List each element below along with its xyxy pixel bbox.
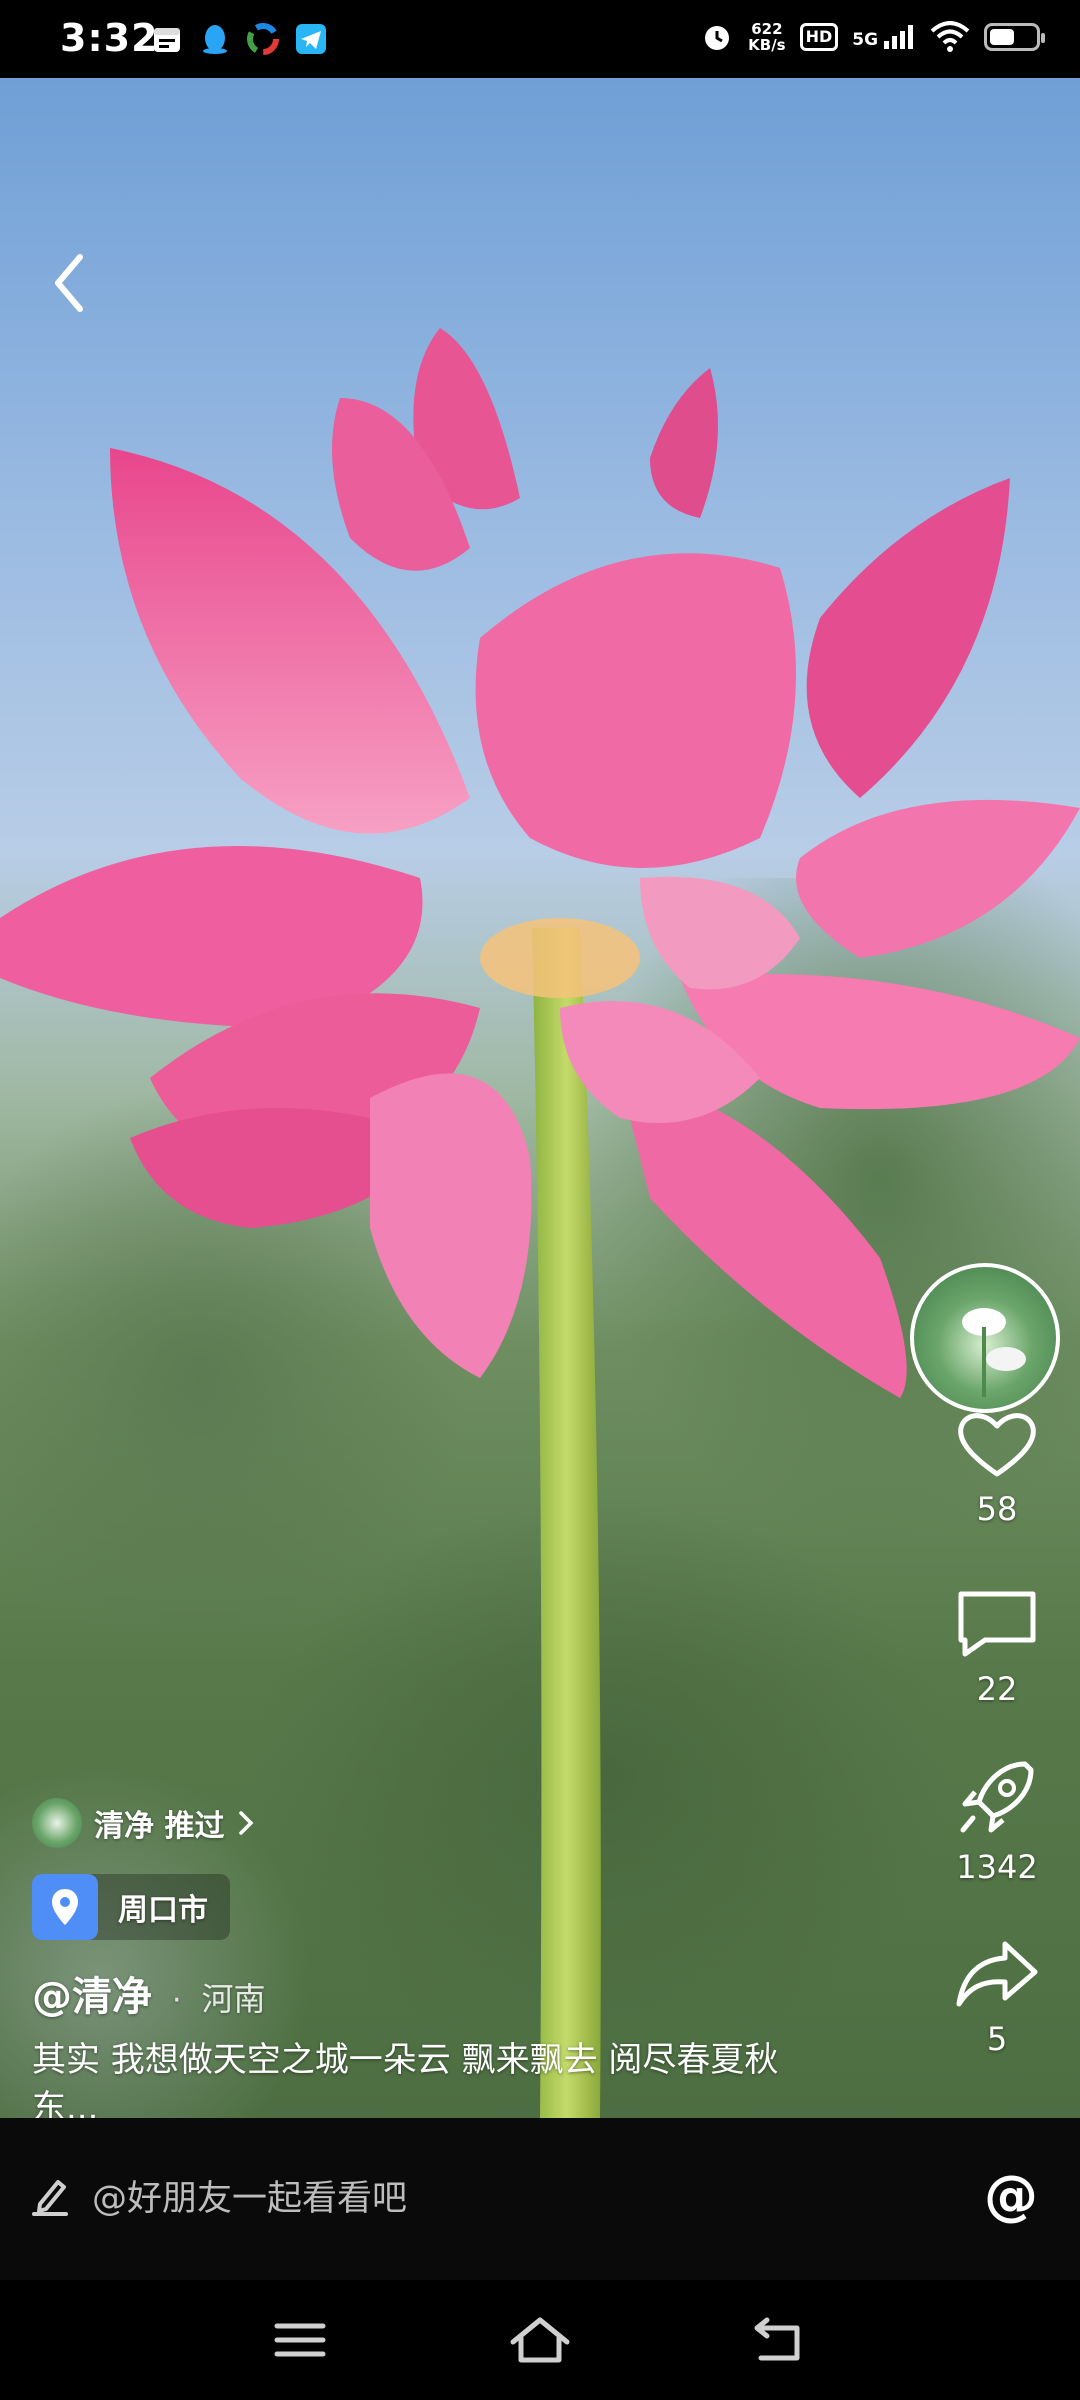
- qq-icon: [203, 25, 227, 54]
- screen: 3:32 622 KB/s HD 5G 58 22 1342 5 清净 推过 周…: [0, 0, 1080, 2400]
- hd-badge: HD: [799, 23, 839, 51]
- like-count: 58: [976, 1490, 1018, 1528]
- recommender-row[interactable]: 清净 推过: [32, 1798, 832, 1848]
- boost-action[interactable]: 1342: [937, 1758, 1057, 1886]
- location-text: 周口市: [118, 1893, 208, 1928]
- signal-icon: [884, 24, 913, 49]
- share-icon[interactable]: [955, 1938, 1039, 2010]
- boost-count: 1342: [956, 1848, 1038, 1886]
- status-bar: 3:32 622 KB/s HD 5G: [0, 0, 1080, 78]
- alarm-icon: [705, 26, 730, 50]
- pencil-icon: [32, 2180, 68, 2216]
- recommender-text: 清净 推过: [94, 1809, 225, 1844]
- author-row: @清净 · 河南: [32, 1964, 832, 2022]
- net-speed-unit: KB/s: [748, 36, 786, 54]
- status-right-icons: 622 KB/s HD 5G: [700, 20, 1045, 54]
- telegram-icon: [296, 24, 326, 54]
- post-caption[interactable]: 其实 我想做天空之城一朵云 飘来飘去 阅尽春夏秋东...: [32, 2036, 792, 2118]
- battery-fill: [990, 29, 1015, 45]
- heart-icon[interactable]: [955, 1408, 1039, 1480]
- mention-at-button[interactable]: @: [984, 2164, 1038, 2227]
- video-player[interactable]: 58 22 1342 5 清净 推过 周口市 @清净 · 河南 其实 我想做天空…: [0, 78, 1080, 2118]
- rocket-icon[interactable]: [955, 1758, 1039, 1838]
- color-ring-icon: [247, 23, 279, 55]
- comment-input[interactable]: @好朋友一起看看吧: [92, 2170, 407, 2221]
- battery-icon: [984, 23, 1045, 51]
- author-region: 河南: [201, 1980, 266, 2018]
- separator-dot: ·: [172, 1983, 182, 2018]
- like-action[interactable]: 58: [937, 1408, 1057, 1528]
- network-label: 5G: [852, 29, 879, 50]
- location-pin-icon: [32, 1874, 98, 1940]
- status-left-icons: [150, 22, 328, 56]
- home-icon[interactable]: [505, 2310, 575, 2370]
- wifi-icon: [930, 21, 970, 52]
- network-type: 5G: [852, 24, 916, 50]
- avatar-lotus-icon: [962, 1308, 1026, 1397]
- chevron-right-icon: [239, 1811, 254, 1835]
- comment-icon[interactable]: [955, 1588, 1039, 1660]
- menu-icon[interactable]: [265, 2310, 335, 2370]
- net-speed-value: 622: [751, 20, 783, 38]
- comment-count: 22: [976, 1670, 1018, 1708]
- author-avatar[interactable]: [910, 1263, 1060, 1413]
- back-button[interactable]: [44, 243, 94, 323]
- system-nav-bar: [0, 2280, 1080, 2400]
- comment-bar[interactable]: @好朋友一起看看吧 @: [0, 2118, 1080, 2280]
- share-action[interactable]: 5: [937, 1938, 1057, 2058]
- calendar-icon: [154, 28, 180, 52]
- author-name[interactable]: @清净: [32, 1964, 152, 2022]
- recommender-avatar: [32, 1798, 82, 1848]
- share-count: 5: [986, 2020, 1008, 2058]
- status-time: 3:32: [60, 16, 159, 60]
- net-speed: 622 KB/s: [748, 21, 785, 53]
- back-nav-icon[interactable]: [745, 2310, 815, 2370]
- comment-action[interactable]: 22: [937, 1588, 1057, 1708]
- location-chip[interactable]: 周口市: [32, 1874, 230, 1940]
